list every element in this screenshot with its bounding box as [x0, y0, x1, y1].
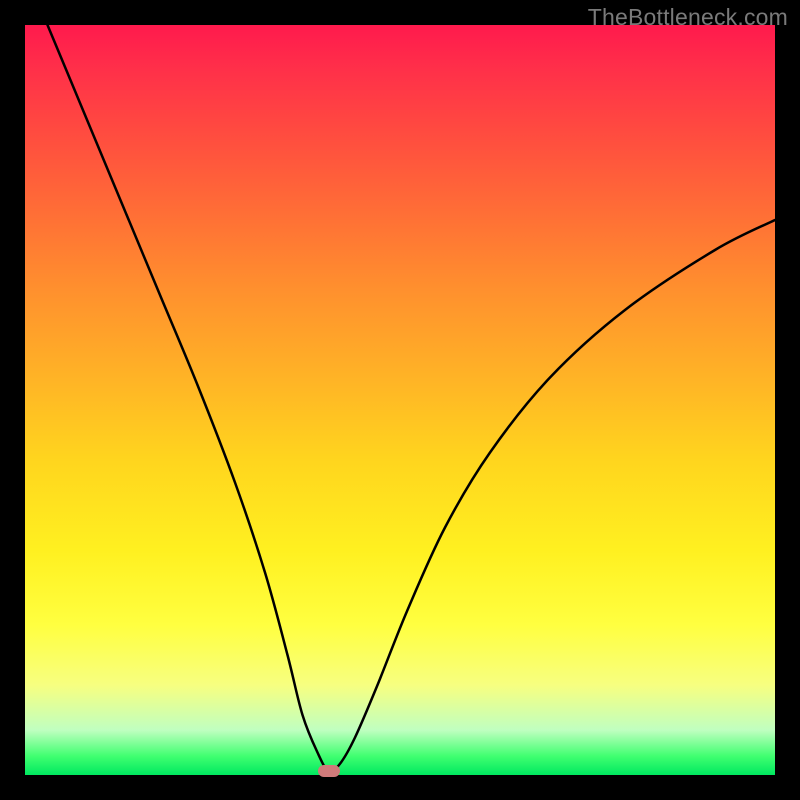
minimum-marker: [318, 765, 340, 777]
watermark-text: TheBottleneck.com: [588, 4, 788, 31]
bottleneck-curve: [25, 25, 775, 775]
